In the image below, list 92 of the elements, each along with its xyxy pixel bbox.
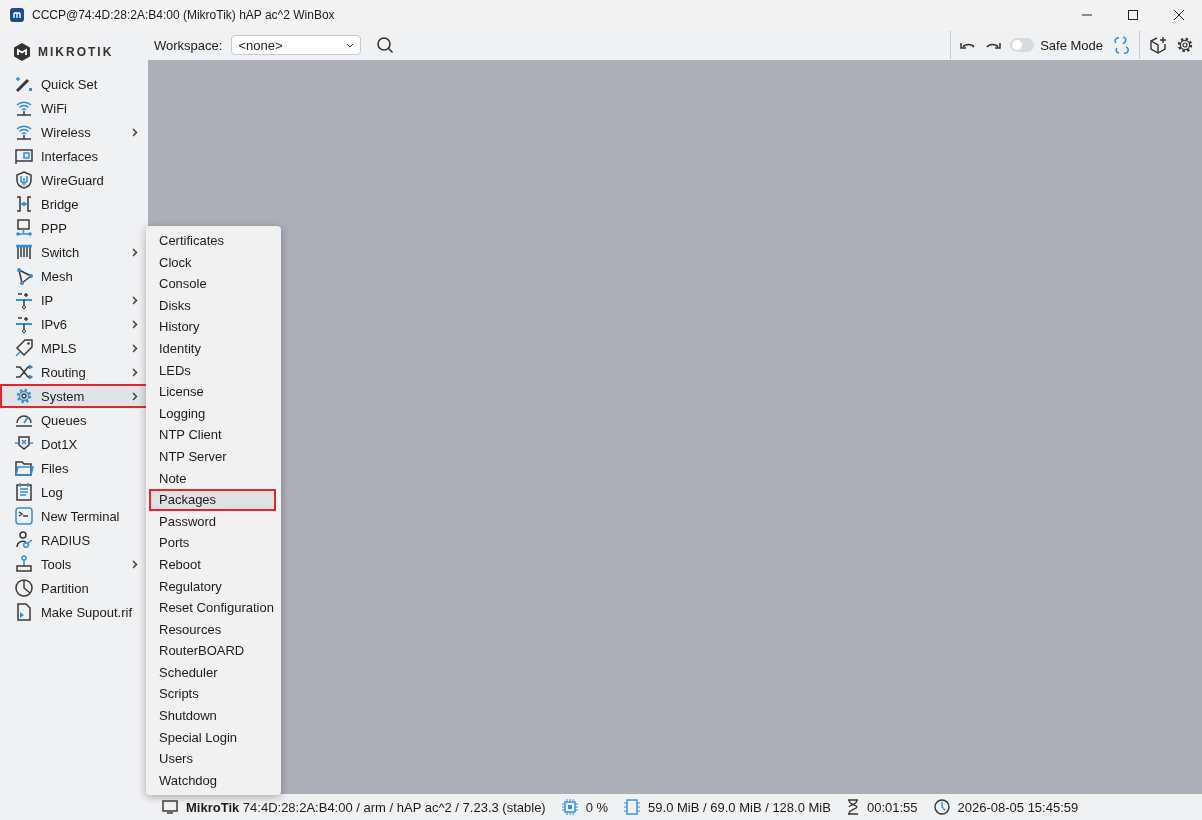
file-icon bbox=[14, 602, 34, 622]
submenu-item[interactable]: Regulatory bbox=[149, 575, 276, 598]
user-icon bbox=[14, 530, 34, 550]
submenu-item[interactable]: NTP Server bbox=[149, 445, 276, 468]
safe-mode-toggle[interactable] bbox=[1010, 38, 1035, 52]
search-icon[interactable] bbox=[376, 36, 395, 54]
submenu-item[interactable]: Users bbox=[149, 748, 276, 770]
submenu-item[interactable]: NTP Client bbox=[149, 424, 276, 446]
sidebar-item[interactable]: System bbox=[0, 384, 148, 408]
sidebar-item[interactable]: New Terminal bbox=[0, 504, 148, 528]
sidebar-item[interactable]: Quick Set bbox=[0, 72, 148, 96]
network-stem-icon bbox=[14, 290, 34, 310]
submenu-item[interactable]: History bbox=[149, 316, 276, 338]
network-card-icon bbox=[14, 146, 34, 166]
submenu-item[interactable]: Reboot bbox=[149, 553, 276, 576]
submenu-item[interactable]: Disks bbox=[149, 294, 276, 317]
sidebar-item[interactable]: WireGuard bbox=[0, 168, 148, 192]
submenu-item[interactable]: Shutdown bbox=[149, 705, 276, 727]
safe-mode-label: Safe Mode bbox=[1040, 37, 1103, 53]
network-stem-icon bbox=[14, 314, 34, 334]
clock-icon bbox=[933, 799, 950, 815]
submenu-item[interactable]: Special Login bbox=[149, 726, 276, 749]
submenu-item[interactable]: Reset Configuration bbox=[149, 597, 276, 619]
device-info: MikroTik 74:4D:28:2A:B4:00 / arm / hAP ac^2 / 7.23.3 (stable) bbox=[186, 799, 546, 815]
monitor-icon bbox=[162, 800, 178, 814]
cube-icon[interactable] bbox=[1149, 36, 1167, 54]
sidebar-item[interactable]: IP bbox=[0, 288, 148, 312]
settings-icon[interactable] bbox=[1176, 36, 1194, 54]
sidebar-item[interactable]: Mesh bbox=[0, 264, 148, 288]
sidebar-item[interactable]: Routing bbox=[0, 360, 148, 384]
workspace-dropdown[interactable]: <none> bbox=[231, 35, 362, 55]
memory-icon bbox=[624, 799, 641, 815]
submenu-item[interactable]: Password bbox=[149, 510, 276, 533]
hourglass-icon bbox=[846, 799, 859, 815]
submenu-item[interactable]: Scheduler bbox=[149, 661, 276, 684]
terminal-icon bbox=[14, 506, 34, 526]
submenu-item[interactable]: Note bbox=[149, 467, 276, 490]
workspace-label: Workspace: bbox=[154, 37, 223, 53]
sidebar-item[interactable]: Wireless bbox=[0, 120, 148, 144]
sidebar-item[interactable]: Log bbox=[0, 480, 148, 504]
folder-icon bbox=[14, 458, 34, 478]
wifi-icon bbox=[14, 98, 34, 118]
sidebar-item[interactable]: WiFi bbox=[0, 96, 148, 120]
pie-icon bbox=[14, 578, 34, 598]
wand-icon bbox=[14, 74, 34, 94]
shield-icon bbox=[14, 170, 34, 190]
submenu-item[interactable]: Resources bbox=[149, 618, 276, 641]
app-icon bbox=[10, 8, 24, 22]
submenu-item[interactable]: Console bbox=[149, 273, 276, 295]
gear-icon bbox=[14, 386, 34, 406]
caret-icon bbox=[346, 42, 355, 48]
submenu-item[interactable]: LEDs bbox=[149, 359, 276, 382]
sidebar-item[interactable]: Switch bbox=[0, 240, 148, 264]
cpu-icon bbox=[561, 799, 578, 815]
logo-wordmark: MIKROTIK bbox=[38, 45, 114, 59]
submenu-item[interactable]: Logging bbox=[149, 402, 276, 425]
mesh-icon bbox=[14, 266, 34, 286]
submenu-item[interactable]: Identity bbox=[149, 337, 276, 360]
shuffle-icon bbox=[14, 362, 34, 382]
cpu-load: 0 % bbox=[585, 799, 609, 815]
uptime: 00:01:55 bbox=[866, 799, 918, 815]
submenu-item[interactable]: License bbox=[149, 381, 276, 403]
submenu-item[interactable]: Clock bbox=[149, 251, 276, 274]
submenu-item[interactable]: RouterBOARD bbox=[149, 640, 276, 662]
computer-network-icon bbox=[14, 218, 34, 238]
bridge-icon bbox=[14, 194, 34, 214]
tag-icon bbox=[14, 338, 34, 358]
sidebar-item[interactable]: Queues bbox=[0, 408, 148, 432]
sidebar-item[interactable]: IPv6 bbox=[0, 312, 148, 336]
logo-icon bbox=[12, 42, 32, 62]
window-title: CCCP@74:4D:28:2A:B4:00 (MikroTik) hAP ac^2 WinBox bbox=[32, 8, 335, 22]
joystick-icon bbox=[14, 554, 34, 574]
sidebar-item[interactable]: Interfaces bbox=[0, 144, 148, 168]
clock-time: 2026-08-05 15:45:59 bbox=[957, 799, 1079, 815]
wifi-icon bbox=[14, 122, 34, 142]
sidebar-item[interactable]: Make Supout.rif bbox=[0, 600, 148, 624]
switch-icon bbox=[14, 242, 34, 262]
sidebar-item[interactable]: Tools bbox=[0, 552, 148, 576]
sidebar-item[interactable]: PPP bbox=[0, 216, 148, 240]
memory-usage: 59.0 MiB / 69.0 MiB / 128.0 MiB bbox=[648, 799, 831, 815]
submenu-item[interactable]: Scripts bbox=[149, 683, 276, 706]
submenu-item[interactable]: Ports bbox=[149, 532, 276, 554]
sidebar-item[interactable]: Files bbox=[0, 456, 148, 480]
submenu-item[interactable]: Certificates bbox=[149, 230, 276, 252]
sidebar-item[interactable]: Bridge bbox=[0, 192, 148, 216]
sidebar-item[interactable]: MPLS bbox=[0, 336, 148, 360]
sidebar-item[interactable]: Partition bbox=[0, 576, 148, 600]
submenu-item[interactable]: Packages bbox=[149, 489, 276, 511]
submenu-item[interactable]: Watchdog bbox=[149, 769, 276, 792]
sidebar-item[interactable]: Dot1X bbox=[0, 432, 148, 456]
notepad-icon bbox=[14, 482, 34, 502]
sidebar-item[interactable]: RADIUS bbox=[0, 528, 148, 552]
